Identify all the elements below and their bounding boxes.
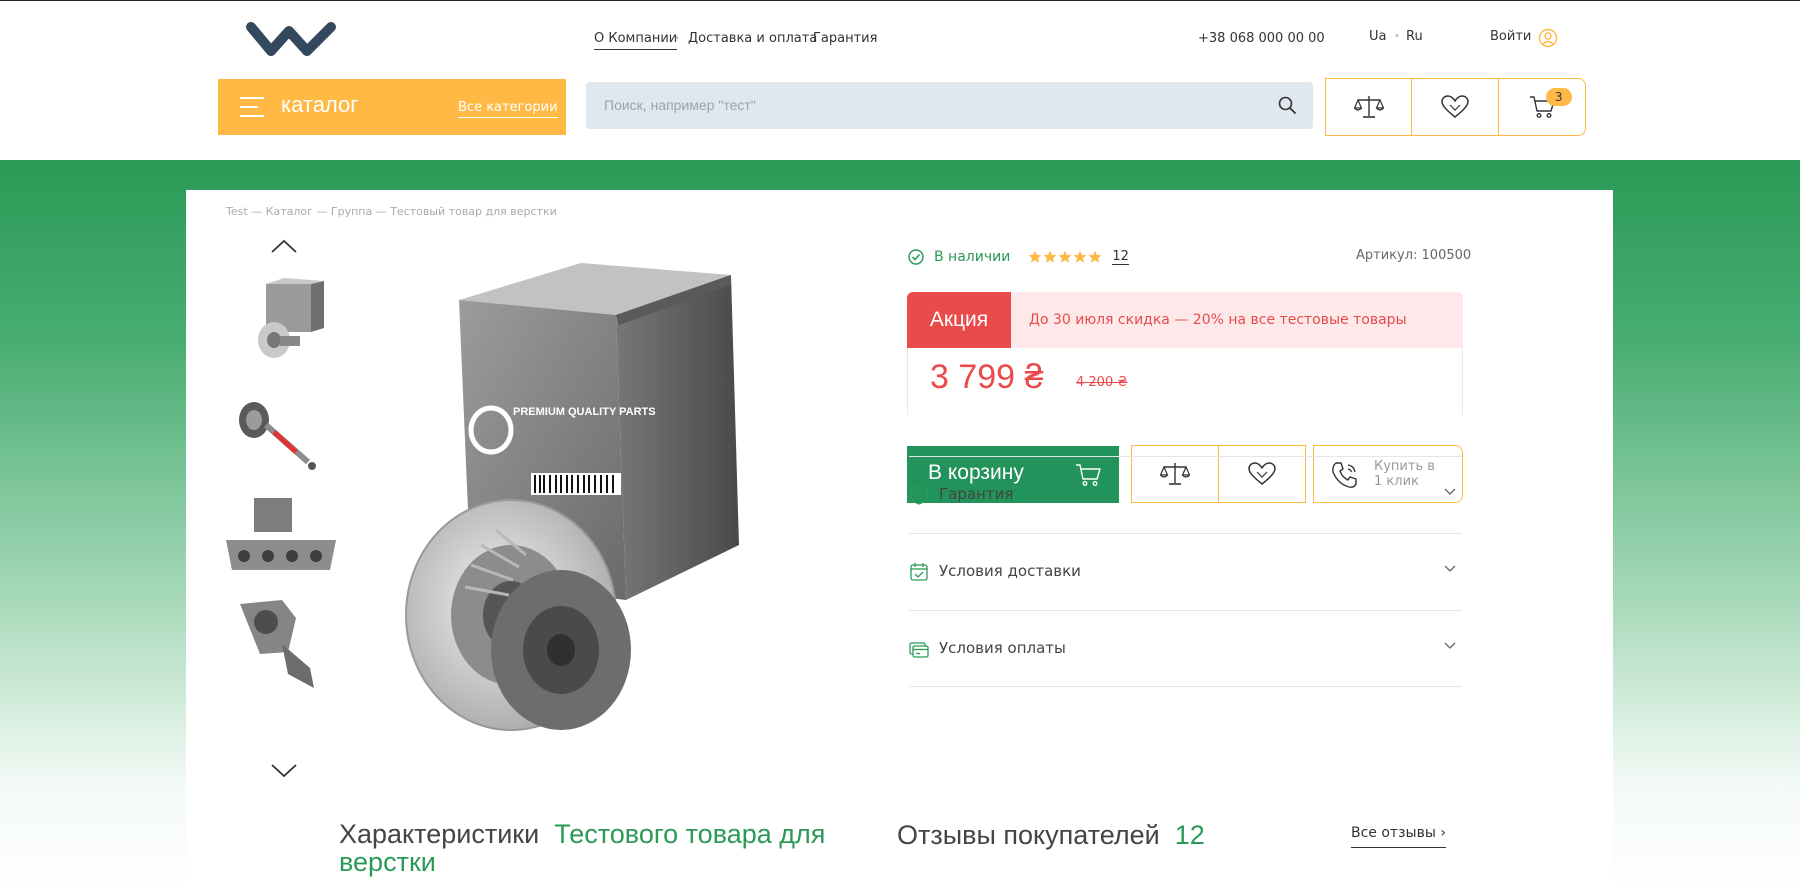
sku: Артикул: 100500	[1356, 248, 1472, 263]
chevron-right-icon: ›	[1440, 825, 1446, 841]
phone-link[interactable]: +38 068 000 00 00	[1198, 31, 1325, 46]
user-icon[interactable]	[1538, 28, 1558, 48]
all-reviews-link[interactable]: Все отзывы ›	[1351, 825, 1446, 848]
price-box: 3 799 ₴ 4 200 ₴	[907, 348, 1463, 415]
catalog-label: каталог	[281, 92, 359, 117]
reviews-heading: Отзывы покупателей 12	[897, 820, 1205, 851]
nav-about[interactable]: О Компании	[594, 31, 678, 50]
characteristics-heading: Характеристики Тестового товара для верс…	[339, 820, 859, 876]
payment-cards-icon	[909, 642, 929, 658]
scales-icon	[1353, 96, 1384, 118]
logo[interactable]	[245, 19, 355, 59]
login-link[interactable]: Войти	[1490, 29, 1531, 44]
box-brand-text: PREMIUM QUALITY PARTS	[513, 406, 656, 418]
shield-icon	[910, 485, 928, 505]
compare-button[interactable]	[1326, 79, 1413, 135]
accordion-warranty-row[interactable]: Гарантия	[909, 456, 1462, 533]
lang-separator: •	[1394, 31, 1400, 42]
burger-icon	[240, 97, 264, 117]
chevron-down-icon	[1444, 488, 1456, 495]
reviews-count: 12	[1174, 820, 1205, 850]
star-icon	[1029, 250, 1042, 263]
star-icon	[1044, 250, 1057, 263]
all-reviews-label: Все отзывы	[1351, 825, 1436, 841]
catalog-button[interactable]: каталог Все категории	[218, 79, 566, 135]
thumbnail-4[interactable]	[226, 592, 336, 692]
product-main-image[interactable]: PREMIUM QUALITY PARTS	[401, 255, 821, 765]
accordion-label: Условия доставки	[939, 562, 1081, 580]
chevron-down-icon	[1444, 565, 1456, 572]
accordion-label: Гарантия	[939, 485, 1014, 503]
all-categories-link[interactable]: Все категории	[458, 100, 558, 118]
rating-stars	[1028, 250, 1102, 264]
search-icon[interactable]	[1277, 95, 1297, 115]
accordion-delivery[interactable]: Условия доставки	[909, 533, 1462, 610]
delivery-calendar-icon	[910, 563, 928, 581]
search-bar	[586, 82, 1313, 129]
promo-tag: Акция	[907, 292, 1011, 348]
cart-button[interactable]: 3	[1499, 79, 1585, 135]
promo-banner: Акция До 30 июля скидка — 20% на все тес…	[907, 292, 1463, 348]
characteristics-title: Характеристики	[339, 819, 540, 849]
old-price: 4 200 ₴	[1076, 375, 1128, 390]
nav-warranty[interactable]: Гарантия	[813, 31, 877, 46]
lang-ru[interactable]: Ru	[1406, 29, 1423, 44]
thumbs-down-arrow-icon[interactable]	[270, 763, 298, 779]
header-actions: 3	[1325, 78, 1586, 136]
nav-separator: •	[674, 33, 680, 44]
cart-count-badge: 3	[1545, 88, 1572, 106]
heart-icon	[1441, 95, 1469, 118]
thumbnail-1[interactable]	[226, 278, 336, 378]
check-circle-icon	[908, 249, 924, 265]
chevron-down-icon	[1444, 642, 1456, 649]
current-price: 3 799 ₴	[930, 358, 1044, 396]
product-card: Test — Каталог — Группа — Тестовый товар…	[186, 190, 1613, 893]
nav-delivery[interactable]: Доставка и оплата	[688, 31, 817, 46]
stock-row: В наличии 12	[908, 247, 1129, 267]
thumbnail-3[interactable]	[226, 490, 336, 590]
lang-ua[interactable]: Ua	[1369, 29, 1386, 44]
star-icon	[1059, 250, 1072, 263]
site-header: О Компании • Доставка и оплата Гарантия …	[0, 0, 1800, 160]
reviews-title: Отзывы покупателей	[897, 820, 1160, 850]
stock-status: В наличии	[934, 249, 1011, 265]
promo-text: До 30 июля скидка — 20% на все тестовые …	[1029, 312, 1407, 328]
favorites-button[interactable]	[1412, 79, 1499, 135]
search-input[interactable]	[604, 94, 1244, 116]
thumbs-up-arrow-icon[interactable]	[270, 238, 298, 254]
star-icon	[1074, 250, 1087, 263]
accordion-payment[interactable]: Условия оплаты	[909, 610, 1462, 687]
thumbnail-2[interactable]	[226, 390, 336, 490]
star-icon	[1089, 250, 1102, 263]
accordion-label: Условия оплаты	[939, 639, 1066, 657]
rating-count-link[interactable]: 12	[1112, 249, 1129, 265]
breadcrumb[interactable]: Test — Каталог — Группа — Тестовый товар…	[226, 205, 557, 218]
